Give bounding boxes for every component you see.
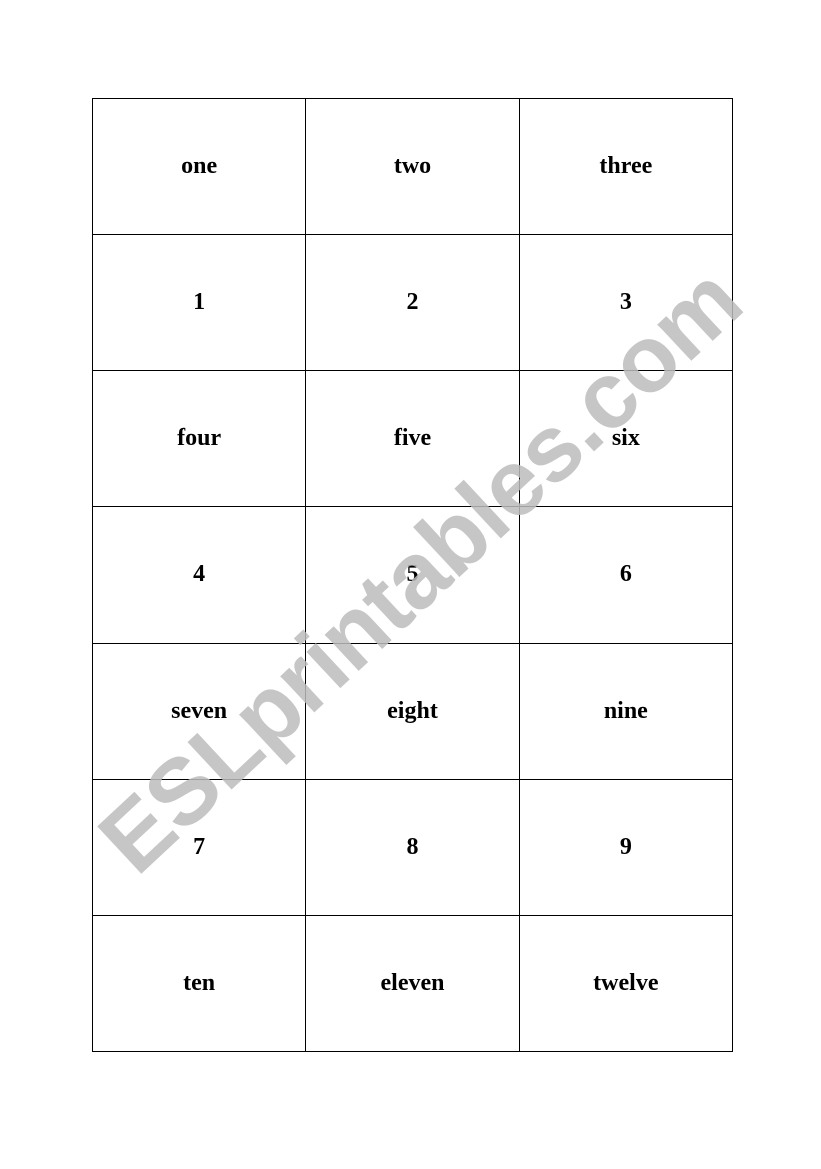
card-cell: 4 (91, 506, 307, 644)
table-row: one two three (91, 97, 734, 236)
card-cell: 1 (91, 234, 307, 372)
card-cell: four (91, 370, 307, 508)
card-cell: five (305, 370, 520, 508)
card-cell: two (305, 97, 520, 236)
card-cell: 3 (518, 234, 734, 372)
table-row: 789 (91, 778, 734, 916)
card-cell: 9 (518, 778, 734, 916)
card-cell: 5 (305, 506, 520, 644)
card-cell: one (91, 97, 307, 236)
card-cell: nine (518, 642, 734, 780)
card-cell: 7 (91, 778, 307, 916)
table-row: 123 (91, 234, 734, 372)
card-cell: ten (91, 914, 307, 1053)
card-cell: six (518, 370, 734, 508)
card-cell: twelve (518, 914, 734, 1053)
number-card-table: one two three 1 2 3 four five six 4 5 6 seven eight ni… (91, 97, 734, 1053)
card-cell: 8 (305, 778, 520, 916)
card-cell: eight (305, 642, 520, 780)
table-row: ten eleven twelve (91, 914, 734, 1053)
card-cell: 2 (305, 234, 520, 372)
card-cell: eleven (305, 914, 520, 1053)
card-cell: three (518, 97, 734, 236)
card-cell: 6 (518, 506, 734, 644)
table-row: 456 (91, 506, 734, 644)
table-row: four five six (91, 370, 734, 508)
table-row: seven eight nine (91, 642, 734, 780)
card-cell: seven (91, 642, 307, 780)
